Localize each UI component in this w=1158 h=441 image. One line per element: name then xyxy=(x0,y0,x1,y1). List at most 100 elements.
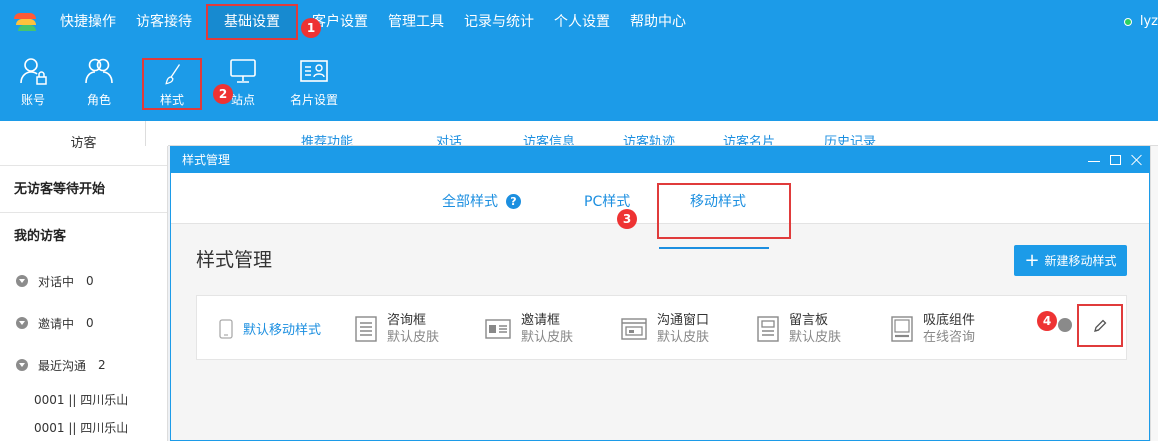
nav-quick-ops[interactable]: 快捷操作 xyxy=(50,0,126,44)
user-status[interactable]: lyz xyxy=(1123,0,1158,44)
tab-pc-styles-label: PC样式 xyxy=(584,194,631,210)
tab-pc-styles[interactable]: PC样式 xyxy=(584,191,630,211)
right-panel-edge xyxy=(1150,146,1158,441)
group-label: 对话中 xyxy=(38,274,75,289)
component-consult-box[interactable]: 咨询框 默认皮肤 xyxy=(355,296,439,361)
highlight-mobile-tab xyxy=(657,183,791,239)
style-card: 默认移动样式 咨询框 默认皮肤 邀请框 默认皮肤 沟通窗口 默认皮肤 留言板 默… xyxy=(196,295,1127,360)
component-skin: 默认皮肤 xyxy=(789,329,842,345)
bg-tab-visitor-track[interactable]: 访客轨迹 xyxy=(623,131,675,145)
toolbar-roles[interactable]: 角色 xyxy=(66,44,132,121)
tab-visitors[interactable]: 访客 xyxy=(0,121,167,166)
plus-icon: + xyxy=(1024,249,1040,271)
component-name: 咨询框 xyxy=(387,312,427,328)
nav-personal-settings[interactable]: 个人设置 xyxy=(544,0,620,44)
toolbar-site-label: 站点 xyxy=(230,93,255,107)
component-name: 留言板 xyxy=(789,312,829,328)
mobile-phone-icon xyxy=(219,318,233,339)
settings-toolbar: 账号 角色 样式 站点 名片设置 xyxy=(0,44,1158,121)
style-name: 默认移动样式 xyxy=(243,323,322,338)
new-mobile-style-button[interactable]: + 新建移动样式 xyxy=(1014,245,1127,276)
publish-status-icon[interactable] xyxy=(1058,318,1072,332)
component-invite-box[interactable]: 邀请框 默认皮肤 xyxy=(485,296,573,361)
window-controls xyxy=(1088,147,1143,173)
visitor-sidebar: 访客 无访客等待开始 我的访客 对话中 0 邀请中 0 最近沟通 2 0001 … xyxy=(0,121,168,441)
toolbar-card-settings-label: 名片设置 xyxy=(289,93,338,107)
dialog-title: 样式管理 xyxy=(182,153,231,167)
group-recent[interactable]: 最近沟通 2 xyxy=(0,344,167,386)
step-badge-4: 4 xyxy=(1037,311,1057,331)
tab-all-styles[interactable]: 全部样式 ? xyxy=(442,191,521,211)
component-skin: 默认皮肤 xyxy=(657,329,710,345)
component-skin: 默认皮肤 xyxy=(521,329,574,345)
step-badge-2: 2 xyxy=(213,84,233,104)
background-tabs: 推荐功能 对话 访客信息 访客轨迹 访客名片 历史记录 xyxy=(168,121,1158,146)
brush-icon xyxy=(165,64,181,85)
group-inviting[interactable]: 邀请中 0 xyxy=(0,302,167,344)
group-in-conversation[interactable]: 对话中 0 xyxy=(0,260,167,302)
group-label: 邀请中 xyxy=(38,316,75,331)
style-management-dialog: 样式管理 全部样式 ? PC样式 移动样式 3 样式管理 + 新建移动样式 默认… xyxy=(170,146,1150,441)
dialog-titlebar: 样式管理 xyxy=(171,147,1149,173)
expand-arrow-icon xyxy=(16,317,28,329)
edit-style-button[interactable] xyxy=(1077,304,1123,347)
user-name: lyz xyxy=(1139,14,1158,29)
toolbar-style-label: 样式 xyxy=(159,93,184,107)
card-icon xyxy=(300,60,328,82)
component-name: 沟通窗口 xyxy=(657,312,710,328)
component-skin: 默认皮肤 xyxy=(387,329,440,345)
component-skin: 在线咨询 xyxy=(923,329,976,345)
bg-tab-recommended[interactable]: 推荐功能 xyxy=(301,131,353,145)
component-name: 吸底组件 xyxy=(923,312,976,328)
chat-window-icon xyxy=(621,317,647,340)
toolbar-roles-label: 角色 xyxy=(86,93,111,107)
step-badge-1: 1 xyxy=(301,18,321,38)
nav-visitor-reception[interactable]: 访客接待 xyxy=(126,0,202,44)
bg-tab-history[interactable]: 历史记录 xyxy=(824,131,876,145)
toolbar-card-settings[interactable]: 名片设置 xyxy=(276,44,352,121)
style-name-item[interactable]: 默认移动样式 xyxy=(219,296,321,361)
group-label: 最近沟通 xyxy=(38,358,87,373)
toolbar-site[interactable]: 站点 xyxy=(210,44,276,121)
bg-tab-visitor-info[interactable]: 访客信息 xyxy=(523,131,575,145)
page-title: 样式管理 xyxy=(196,249,273,271)
bottom-widget-icon xyxy=(891,315,913,342)
online-status-icon xyxy=(1123,18,1132,26)
toolbar-account-label: 账号 xyxy=(20,93,45,107)
close-icon[interactable] xyxy=(1131,154,1143,166)
roles-icon xyxy=(85,58,113,84)
nav-manage-tools[interactable]: 管理工具 xyxy=(378,0,454,44)
monitor-icon xyxy=(230,59,256,83)
consult-box-icon xyxy=(355,315,377,342)
component-name: 邀请框 xyxy=(521,312,561,328)
component-message-board[interactable]: 留言板 默认皮肤 xyxy=(757,296,841,361)
nav-help-center[interactable]: 帮助中心 xyxy=(620,0,696,44)
list-item[interactable]: 0001 || 四川乐山 xyxy=(0,414,167,441)
group-count: 0 xyxy=(86,316,94,330)
step-badge-3: 3 xyxy=(617,209,637,229)
toolbar-account[interactable]: 账号 xyxy=(0,44,66,121)
no-waiting-visitors: 无访客等待开始 xyxy=(0,166,167,213)
group-count: 2 xyxy=(98,358,106,372)
new-mobile-style-label: 新建移动样式 xyxy=(1044,254,1117,268)
nav-records-stats[interactable]: 记录与统计 xyxy=(454,0,544,44)
pencil-edit-icon xyxy=(1094,319,1107,332)
bg-tab-visitor-card[interactable]: 访客名片 xyxy=(723,131,775,145)
invite-box-icon xyxy=(485,318,511,339)
app-logo-icon[interactable] xyxy=(14,11,38,33)
maximize-icon[interactable] xyxy=(1110,155,1121,165)
help-icon[interactable]: ? xyxy=(506,193,521,209)
toolbar-style[interactable]: 样式 xyxy=(142,58,202,110)
expand-arrow-icon xyxy=(16,275,28,287)
bg-tab-dialog[interactable]: 对话 xyxy=(436,131,462,145)
component-chat-window[interactable]: 沟通窗口 默认皮肤 xyxy=(621,296,709,361)
my-visitors-heading: 我的访客 xyxy=(14,229,67,244)
nav-basic-settings[interactable]: 基础设置 xyxy=(206,4,298,40)
component-bottom-widget[interactable]: 吸底组件 在线咨询 xyxy=(891,296,975,361)
minimize-icon[interactable] xyxy=(1088,160,1100,162)
expand-arrow-icon xyxy=(16,359,28,371)
account-lock-icon xyxy=(20,58,47,85)
message-board-icon xyxy=(757,315,779,342)
list-item[interactable]: 0001 || 四川乐山 xyxy=(0,386,167,414)
tab-all-styles-label: 全部样式 xyxy=(442,194,498,210)
